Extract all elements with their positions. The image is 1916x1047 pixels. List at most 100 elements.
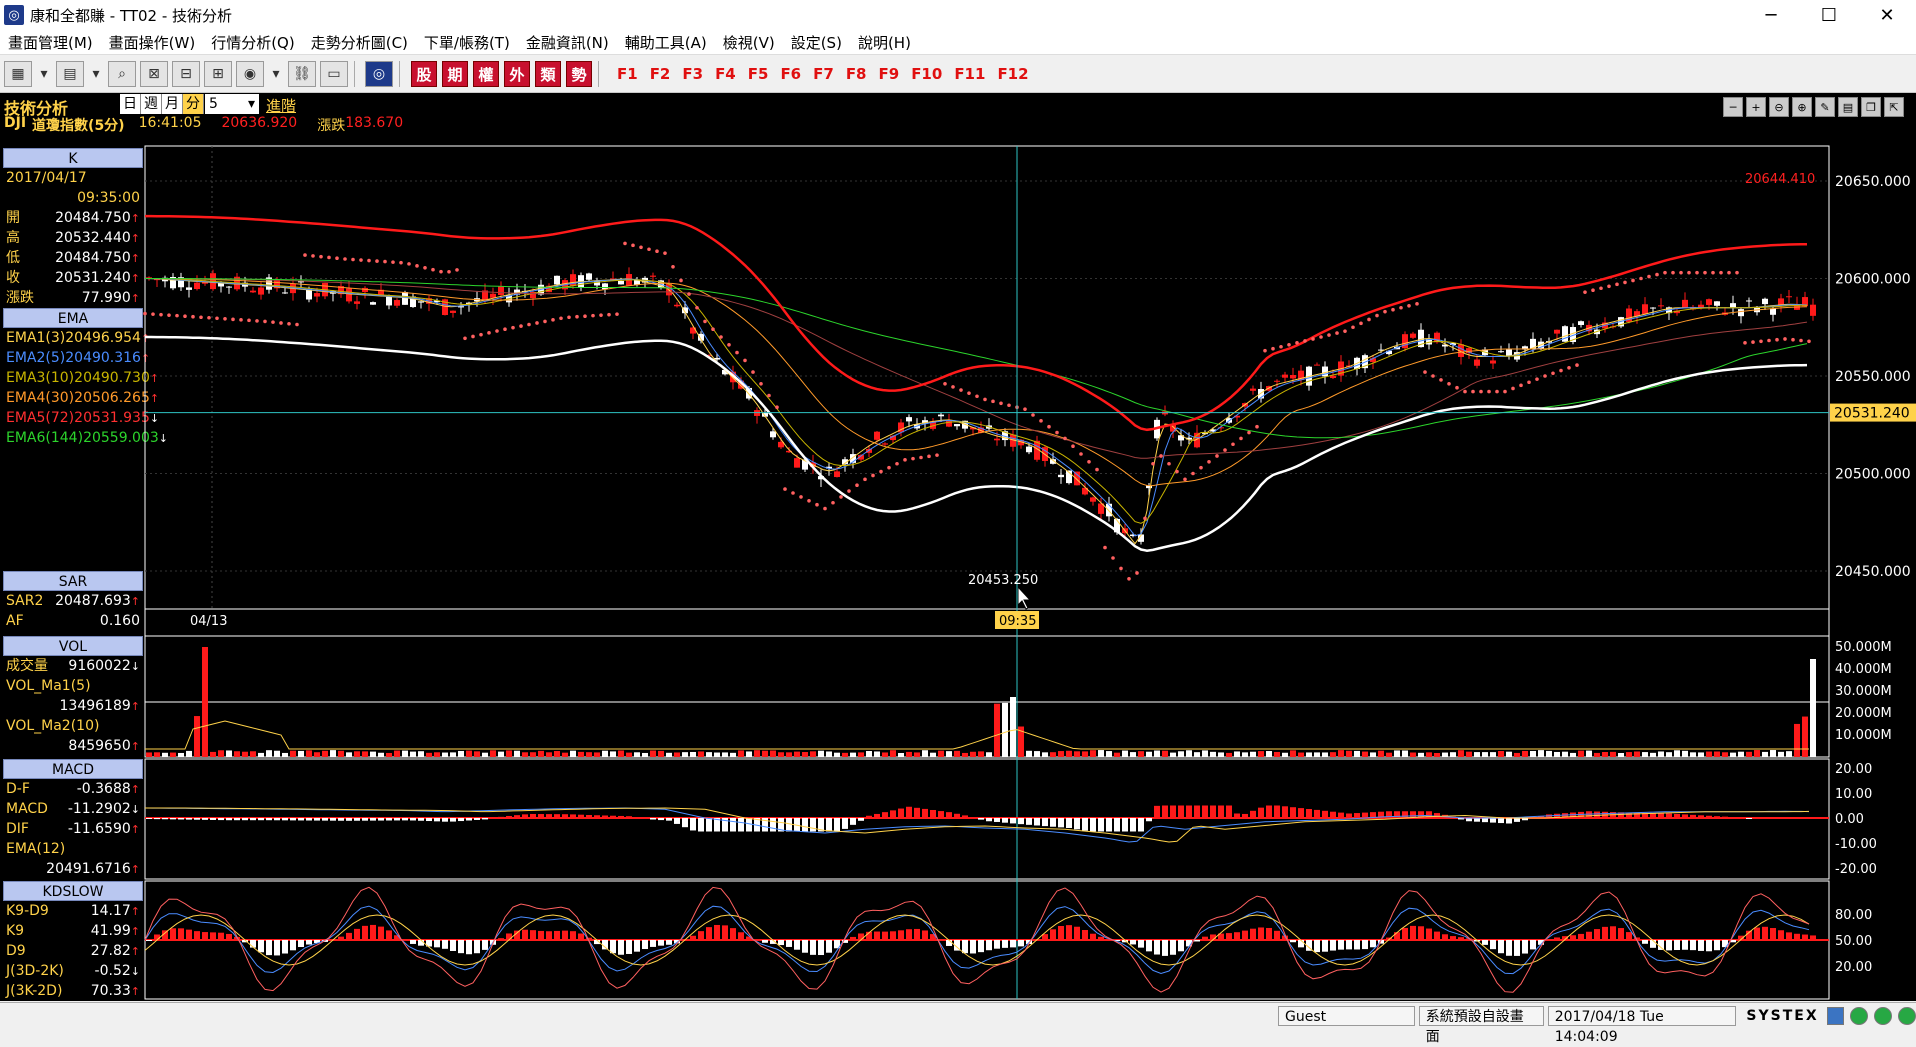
- link-icon[interactable]: ⛓: [288, 61, 316, 87]
- menu-item-screen-management[interactable]: 畫面管理(M): [0, 32, 101, 53]
- f7-button[interactable]: F7: [813, 65, 834, 83]
- sar-dot: [1031, 413, 1035, 417]
- macd-histogram-bar: [1074, 818, 1080, 830]
- futures-button[interactable]: 期: [442, 61, 468, 87]
- kd-histogram-bar: [1082, 929, 1088, 941]
- split-vertical-icon[interactable]: ⊞: [204, 61, 232, 87]
- maximize-button[interactable]: ☐: [1800, 0, 1858, 30]
- volume-bar: [1466, 751, 1472, 757]
- sar-dot: [1303, 339, 1307, 343]
- window-icon[interactable]: ▭: [320, 61, 348, 87]
- brand-logo: SYSTEX: [1746, 1008, 1819, 1024]
- foreign-button[interactable]: 外: [504, 61, 530, 87]
- sar-dot: [1287, 343, 1291, 347]
- volume-bar: [778, 752, 784, 757]
- volume-bar: [1274, 751, 1280, 757]
- menu-item-financial-info[interactable]: 金融資訊(N): [518, 32, 617, 53]
- kd-histogram-bar: [386, 930, 392, 941]
- sar-dot: [983, 397, 987, 402]
- dropdown-icon[interactable]: ▾: [36, 61, 52, 87]
- status-user: Guest: [1278, 1006, 1415, 1026]
- kd-histogram-bar: [906, 929, 912, 941]
- f9-button[interactable]: F9: [879, 65, 900, 83]
- kd-histogram-bar: [266, 940, 272, 956]
- candle-body: [1490, 360, 1496, 364]
- sar-dot: [791, 491, 795, 495]
- kd-histogram-bar: [786, 940, 792, 947]
- category-button[interactable]: 類: [535, 61, 561, 87]
- sar-dot: [359, 258, 363, 262]
- f12-button[interactable]: F12: [997, 65, 1028, 83]
- macd-histogram-bar: [1274, 805, 1280, 819]
- macd-histogram-bar: [978, 818, 984, 820]
- macd-histogram-bar: [1506, 818, 1512, 824]
- trend-button[interactable]: 勢: [566, 61, 592, 87]
- kd-histogram-bar: [186, 929, 192, 941]
- candle-body: [418, 301, 424, 303]
- f6-button[interactable]: F6: [780, 65, 801, 83]
- sar-dot: [1407, 304, 1411, 308]
- status-layout[interactable]: 系統預設自設畫面: [1418, 1006, 1544, 1045]
- close-button[interactable]: ✕: [1858, 0, 1916, 30]
- menu-item-view[interactable]: 檢視(V): [715, 32, 783, 53]
- macd-histogram-bar: [1706, 815, 1712, 819]
- menu-item-screen-operation[interactable]: 畫面操作(W): [101, 32, 204, 53]
- sar-dot: [287, 321, 291, 326]
- macd-histogram-bar: [1650, 813, 1656, 819]
- menu-item-help[interactable]: 說明(H): [850, 32, 919, 53]
- f1-button[interactable]: F1: [617, 65, 638, 83]
- menu-item-quote-analysis[interactable]: 行情分析(Q): [203, 32, 303, 53]
- candlestick-chart[interactable]: 20650.000 20600.000 20550.000 20500.000 2045…: [0, 93, 1916, 1001]
- volume-bar: [250, 751, 256, 757]
- f10-button[interactable]: F10: [911, 65, 942, 83]
- dropdown-icon[interactable]: ▾: [268, 61, 284, 87]
- f3-button[interactable]: F3: [682, 65, 703, 83]
- kd-histogram-bar: [546, 931, 552, 941]
- volume-bar: [146, 752, 152, 757]
- layout-icon[interactable]: ▦: [4, 61, 32, 87]
- f8-button[interactable]: F8: [846, 65, 867, 83]
- macd-histogram-bar: [1754, 817, 1760, 819]
- save-icon[interactable]: ▤: [56, 61, 84, 87]
- sar-dot: [847, 489, 851, 493]
- options-button[interactable]: 權: [473, 61, 499, 87]
- sar-dot: [1359, 321, 1363, 326]
- sar-dot: [535, 321, 539, 325]
- macd-signal-line: [145, 807, 1810, 843]
- volume-bar: [402, 750, 408, 757]
- kd-histogram-bar: [1074, 926, 1080, 941]
- dropdown-icon[interactable]: ▾: [88, 61, 104, 87]
- f11-button[interactable]: F11: [954, 65, 985, 83]
- globe-icon[interactable]: ◉: [236, 61, 264, 87]
- f5-button[interactable]: F5: [748, 65, 769, 83]
- kd-histogram-bar: [882, 931, 888, 941]
- sar-dot: [1063, 436, 1067, 441]
- brand-icon[interactable]: ◎: [365, 61, 393, 87]
- f2-button[interactable]: F2: [650, 65, 671, 83]
- kd-histogram-bar: [1810, 935, 1816, 941]
- macd-histogram-bar: [954, 813, 960, 819]
- macd-histogram-bar: [1130, 818, 1136, 832]
- menu-item-settings[interactable]: 設定(S): [783, 32, 850, 53]
- menu-item-tools[interactable]: 輔助工具(A): [617, 32, 715, 53]
- minimize-button[interactable]: ─: [1742, 0, 1800, 30]
- menu-item-order-account[interactable]: 下單/帳務(T): [416, 32, 518, 53]
- status-datetime: 2017/04/18 Tue 14:04:09: [1547, 1006, 1737, 1045]
- volume-bar: [170, 752, 176, 757]
- volume-bar: [498, 751, 504, 757]
- sar-dot: [647, 247, 651, 252]
- macd-histogram-bar: [1162, 805, 1168, 819]
- kd-histogram-bar: [1170, 940, 1176, 955]
- delete-window-icon[interactable]: ⊠: [140, 61, 168, 87]
- f4-button[interactable]: F4: [715, 65, 736, 83]
- kd-histogram-bar: [610, 940, 616, 954]
- menu-item-trend-chart[interactable]: 走勢分析圖(C): [303, 32, 416, 53]
- sar-dot: [1783, 337, 1787, 341]
- volume-bar: [242, 751, 248, 757]
- zoom-icon[interactable]: ⌕: [108, 61, 136, 87]
- stock-button[interactable]: 股: [411, 61, 437, 87]
- split-horizontal-icon[interactable]: ⊟: [172, 61, 200, 87]
- volume-bar: [810, 751, 816, 757]
- macd-histogram-bar: [1714, 816, 1720, 819]
- volume-bar: [1218, 752, 1224, 757]
